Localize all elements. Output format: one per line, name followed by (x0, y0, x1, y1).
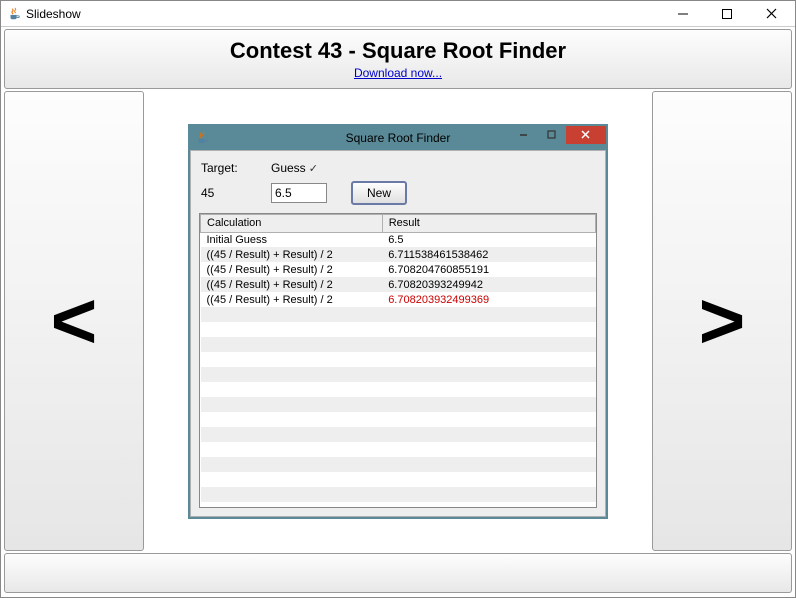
table-row[interactable] (201, 307, 596, 322)
cell-calculation (201, 412, 383, 427)
cell-result (382, 397, 595, 412)
cell-result: 6.708203932499369 (382, 292, 595, 307)
cell-calculation: ((45 / Result) + Result) / 2 (201, 247, 383, 262)
cell-calculation (201, 487, 383, 502)
cell-calculation (201, 322, 383, 337)
footer-panel[interactable] (4, 553, 792, 593)
cell-calculation: ((45 / Result) + Result) / 2 (201, 262, 383, 277)
table-row[interactable]: ((45 / Result) + Result) / 26.7082039324… (201, 292, 596, 307)
table-row[interactable] (201, 457, 596, 472)
guess-input[interactable] (271, 183, 327, 203)
target-value: 45 (201, 186, 271, 200)
table-row[interactable] (201, 487, 596, 502)
new-button[interactable]: New (351, 181, 407, 205)
cell-result (382, 487, 595, 502)
target-label: Target: (201, 161, 271, 175)
cell-result: 6.70820393249942 (382, 277, 595, 292)
cell-calculation (201, 352, 383, 367)
page-title: Contest 43 - Square Root Finder (230, 38, 566, 64)
inner-window: Square Root Finder Target: Guess (188, 124, 608, 519)
window-title: Slideshow (26, 7, 81, 21)
close-button[interactable] (749, 1, 793, 26)
table-row[interactable] (201, 502, 596, 508)
table-row[interactable] (201, 382, 596, 397)
cell-calculation: ((45 / Result) + Result) / 2 (201, 292, 383, 307)
cell-calculation (201, 307, 383, 322)
cell-calculation (201, 337, 383, 352)
cell-result (382, 412, 595, 427)
window-titlebar: Slideshow (1, 1, 795, 27)
cell-result (382, 367, 595, 382)
cell-result (382, 352, 595, 367)
table-row[interactable] (201, 472, 596, 487)
table-row[interactable]: ((45 / Result) + Result) / 26.7082039324… (201, 277, 596, 292)
java-icon (195, 131, 209, 145)
inner-titlebar: Square Root Finder (190, 126, 606, 150)
results-table: Calculation Result Initial Guess6.5((45 … (200, 214, 596, 508)
cell-result (382, 457, 595, 472)
table-row[interactable]: ((45 / Result) + Result) / 26.7082047608… (201, 262, 596, 277)
cell-result (382, 442, 595, 457)
table-row[interactable] (201, 397, 596, 412)
cell-result (382, 427, 595, 442)
slide-content: Square Root Finder Target: Guess (148, 101, 648, 541)
cell-calculation (201, 397, 383, 412)
guess-label: Guess (271, 161, 351, 175)
cell-result (382, 337, 595, 352)
cell-result: 6.708204760855191 (382, 262, 595, 277)
cell-result: 6.711538461538462 (382, 247, 595, 262)
inner-form: Target: Guess 45 New (191, 151, 605, 209)
inner-maximize-button[interactable] (538, 126, 566, 144)
cell-calculation (201, 457, 383, 472)
col-result[interactable]: Result (382, 214, 595, 232)
table-row[interactable] (201, 352, 596, 367)
prev-button[interactable]: < (4, 91, 144, 551)
minimize-button[interactable] (661, 1, 705, 26)
maximize-button[interactable] (705, 1, 749, 26)
cell-calculation: Initial Guess (201, 232, 383, 247)
next-button[interactable]: > (652, 91, 792, 551)
inner-minimize-button[interactable] (510, 126, 538, 144)
header-panel: Contest 43 - Square Root Finder Download… (4, 29, 792, 89)
table-row[interactable] (201, 367, 596, 382)
results-table-wrap: Calculation Result Initial Guess6.5((45 … (199, 213, 597, 508)
cell-result (382, 307, 595, 322)
table-row[interactable] (201, 442, 596, 457)
cell-calculation (201, 367, 383, 382)
cell-calculation: ((45 / Result) + Result) / 2 (201, 277, 383, 292)
cell-calculation (201, 442, 383, 457)
table-row[interactable]: ((45 / Result) + Result) / 26.7115384615… (201, 247, 596, 262)
cell-result (382, 322, 595, 337)
table-row[interactable] (201, 337, 596, 352)
table-row[interactable] (201, 412, 596, 427)
cell-result (382, 382, 595, 397)
cell-result: 6.5 (382, 232, 595, 247)
table-row[interactable]: Initial Guess6.5 (201, 232, 596, 247)
cell-result (382, 472, 595, 487)
inner-close-button[interactable] (566, 126, 606, 144)
download-link[interactable]: Download now... (354, 66, 442, 80)
table-row[interactable] (201, 427, 596, 442)
java-icon (7, 7, 21, 21)
cell-calculation (201, 502, 383, 508)
cell-calculation (201, 382, 383, 397)
cell-calculation (201, 472, 383, 487)
col-calculation[interactable]: Calculation (201, 214, 383, 232)
table-row[interactable] (201, 322, 596, 337)
cell-result (382, 502, 595, 508)
cell-calculation (201, 427, 383, 442)
content-row: < Square Root Finder (1, 91, 795, 551)
inner-body: Target: Guess 45 New Calculation Result (190, 150, 606, 517)
